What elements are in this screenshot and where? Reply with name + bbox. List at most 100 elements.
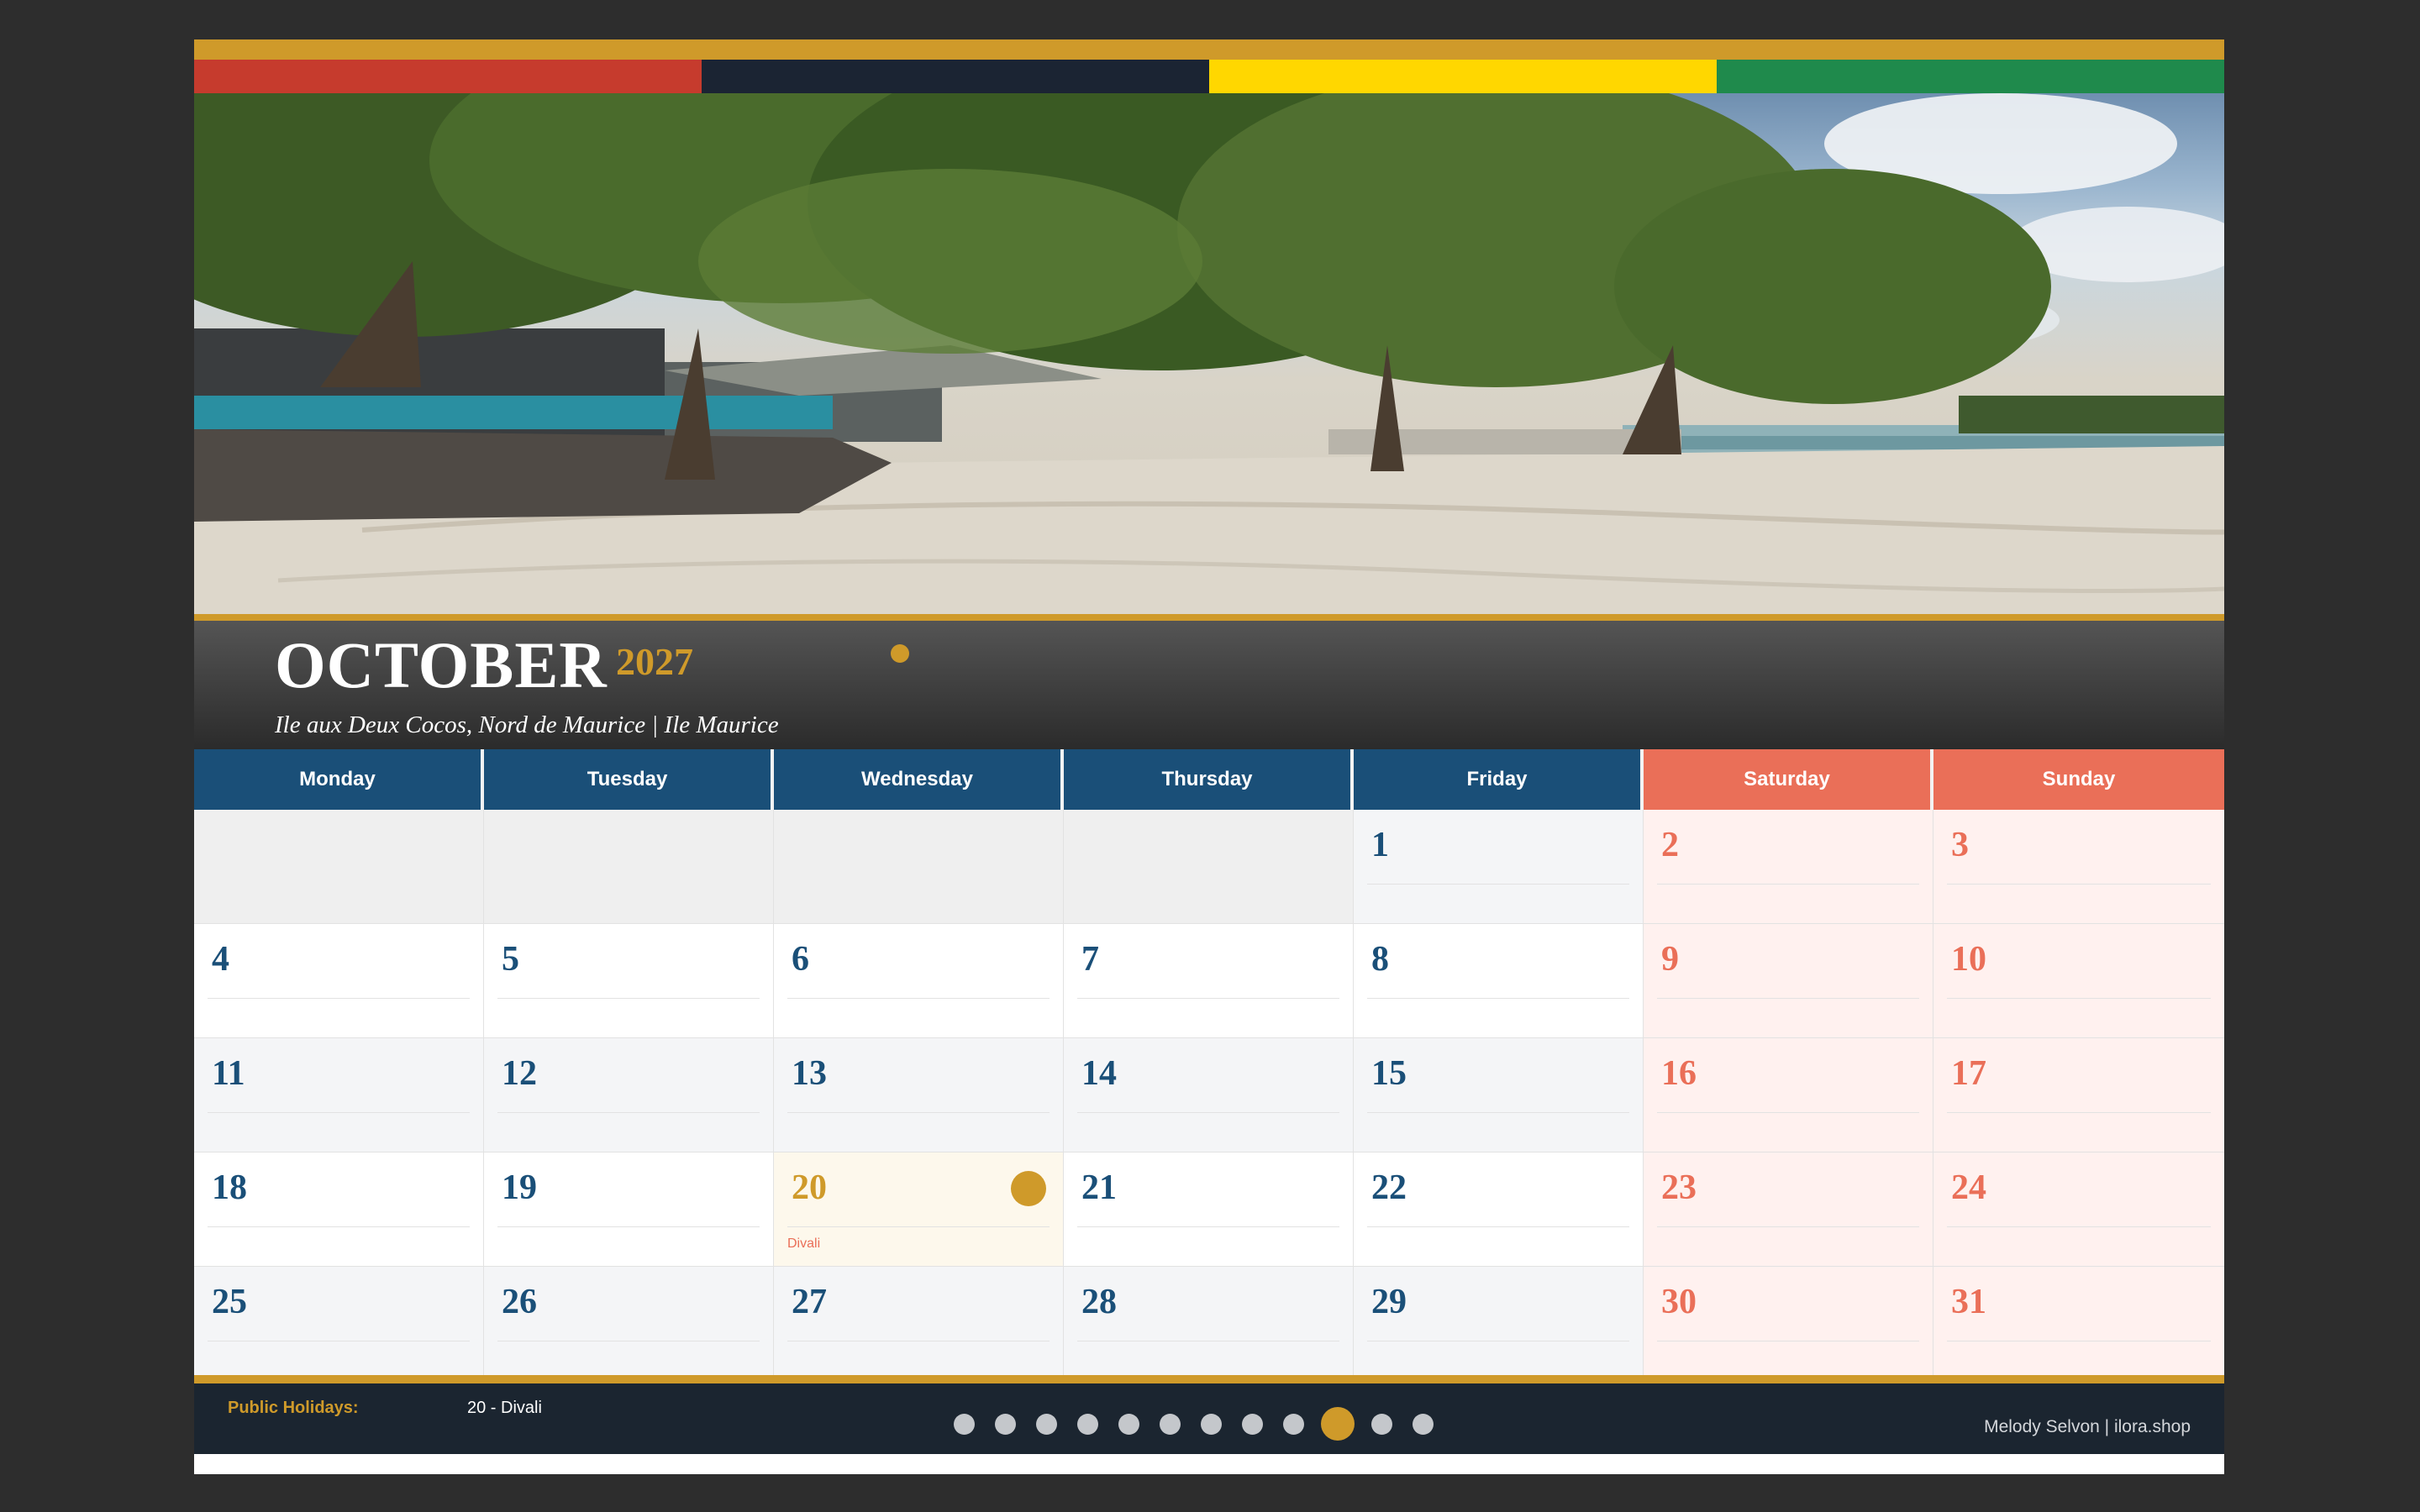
day-cell[interactable]: 29 — [1354, 1267, 1644, 1381]
day-cell[interactable]: 26 — [484, 1267, 774, 1381]
day-cell[interactable]: 13 — [774, 1038, 1064, 1152]
calendar-footer: Public Holidays: 20 - Divali Melody Selv… — [194, 1383, 2224, 1454]
week-row: 25 26 27 28 29 30 31 — [194, 1267, 2224, 1381]
note-line — [1077, 1226, 1339, 1227]
week-row: 11 12 13 14 15 16 17 — [194, 1038, 2224, 1152]
header-wednesday: Wednesday — [774, 749, 1064, 810]
day-cell[interactable]: 8 — [1354, 924, 1644, 1038]
day-cell[interactable]: 24 — [1933, 1152, 2224, 1267]
credit-text: Melody Selvon | ilora.shop — [1984, 1417, 2191, 1436]
note-line — [1367, 1112, 1629, 1113]
pagination-dot-active[interactable] — [1321, 1407, 1355, 1441]
note-line — [1947, 884, 2211, 885]
day-number: 14 — [1081, 1054, 1117, 1093]
day-cell[interactable]: 12 — [484, 1038, 774, 1152]
day-number: 7 — [1081, 940, 1099, 979]
note-line — [1367, 884, 1629, 885]
holiday-label: Divali — [787, 1236, 821, 1251]
day-number: 21 — [1081, 1168, 1117, 1207]
day-number: 13 — [792, 1054, 827, 1093]
day-cell[interactable]: 20 Divali — [774, 1152, 1064, 1267]
header-thursday: Thursday — [1064, 749, 1354, 810]
pagination-dot[interactable] — [1283, 1413, 1304, 1435]
day-number: 6 — [792, 940, 809, 979]
day-number: 27 — [792, 1283, 827, 1321]
day-cell[interactable]: 15 — [1354, 1038, 1644, 1152]
note-line — [787, 998, 1050, 999]
note-line — [1657, 1112, 1919, 1113]
note-line — [787, 1112, 1050, 1113]
day-cell[interactable]: 21 — [1064, 1152, 1354, 1267]
note-line — [208, 1226, 470, 1227]
note-line — [1077, 1112, 1339, 1113]
day-number: 30 — [1661, 1283, 1697, 1321]
day-cell[interactable]: 9 — [1644, 924, 1933, 1038]
public-holidays-value: 20 - Divali — [467, 1399, 542, 1417]
day-cell[interactable]: 18 — [194, 1152, 484, 1267]
header-sunday: Sunday — [1933, 749, 2224, 810]
day-cell[interactable]: 10 — [1933, 924, 2224, 1038]
note-line — [497, 1226, 760, 1227]
day-number: 25 — [212, 1283, 247, 1321]
note-line — [1947, 1226, 2211, 1227]
day-cell[interactable]: 23 — [1644, 1152, 1933, 1267]
day-cell[interactable]: 5 — [484, 924, 774, 1038]
day-number: 8 — [1371, 940, 1389, 979]
day-cell[interactable]: 2 — [1644, 810, 1933, 924]
pagination-dot[interactable] — [1242, 1413, 1263, 1435]
pagination-dot[interactable] — [1201, 1413, 1222, 1435]
day-number: 31 — [1951, 1283, 1986, 1321]
day-number: 19 — [502, 1168, 537, 1207]
calendar-table: Monday Tuesday Wednesday Thursday Friday… — [194, 749, 2224, 1381]
empty-day-cell — [774, 810, 1064, 924]
pagination-dot[interactable] — [1118, 1413, 1139, 1435]
holiday-dot-icon — [1011, 1171, 1046, 1206]
pagination-dot[interactable] — [1413, 1413, 1434, 1435]
day-cell[interactable]: 19 — [484, 1152, 774, 1267]
calendar-weeks: 1 2 3 4 5 6 7 8 9 10 11 12 13 14 15 16 17 18 19 20 Divali 21 2… — [194, 810, 2224, 1381]
day-cell[interactable]: 11 — [194, 1038, 484, 1152]
day-cell[interactable]: 14 — [1064, 1038, 1354, 1152]
day-cell[interactable]: 4 — [194, 924, 484, 1038]
note-line — [1947, 1112, 2211, 1113]
beach-photo — [194, 93, 2224, 614]
page-bottom-margin — [194, 1454, 2224, 1474]
day-cell[interactable]: 30 — [1644, 1267, 1933, 1381]
day-number: 15 — [1371, 1054, 1407, 1093]
pagination-dot[interactable] — [1077, 1413, 1098, 1435]
day-number: 3 — [1951, 826, 1969, 864]
day-number: 17 — [1951, 1054, 1986, 1093]
day-cell[interactable]: 22 — [1354, 1152, 1644, 1267]
day-cell[interactable]: 27 — [774, 1267, 1064, 1381]
day-cell[interactable]: 3 — [1933, 810, 2224, 924]
gold-divider — [194, 614, 2224, 621]
day-cell[interactable]: 6 — [774, 924, 1064, 1038]
header-tuesday: Tuesday — [484, 749, 774, 810]
day-cell[interactable]: 16 — [1644, 1038, 1933, 1152]
day-number: 2 — [1661, 826, 1679, 864]
note-line — [208, 1112, 470, 1113]
month-pagination — [954, 1407, 1454, 1441]
pagination-dot[interactable] — [1160, 1413, 1181, 1435]
day-number: 12 — [502, 1054, 537, 1093]
day-cell[interactable]: 17 — [1933, 1038, 2224, 1152]
pagination-dot[interactable] — [954, 1413, 975, 1435]
day-cell[interactable]: 25 — [194, 1267, 484, 1381]
pagination-dot[interactable] — [1036, 1413, 1057, 1435]
day-number: 28 — [1081, 1283, 1117, 1321]
day-number: 4 — [212, 940, 229, 979]
note-line — [1657, 884, 1919, 885]
day-number: 29 — [1371, 1283, 1407, 1321]
pagination-dot[interactable] — [995, 1413, 1016, 1435]
pagination-dot[interactable] — [1371, 1413, 1392, 1435]
day-number: 5 — [502, 940, 519, 979]
weekday-header: Monday Tuesday Wednesday Thursday Friday… — [194, 749, 2224, 810]
day-cell[interactable]: 28 — [1064, 1267, 1354, 1381]
header-friday: Friday — [1354, 749, 1644, 810]
note-line — [497, 1112, 760, 1113]
day-cell[interactable]: 7 — [1064, 924, 1354, 1038]
day-cell[interactable]: 1 — [1354, 810, 1644, 924]
flag-blue-stripe — [702, 60, 1209, 93]
day-number: 10 — [1951, 940, 1986, 979]
day-cell[interactable]: 31 — [1933, 1267, 2224, 1381]
